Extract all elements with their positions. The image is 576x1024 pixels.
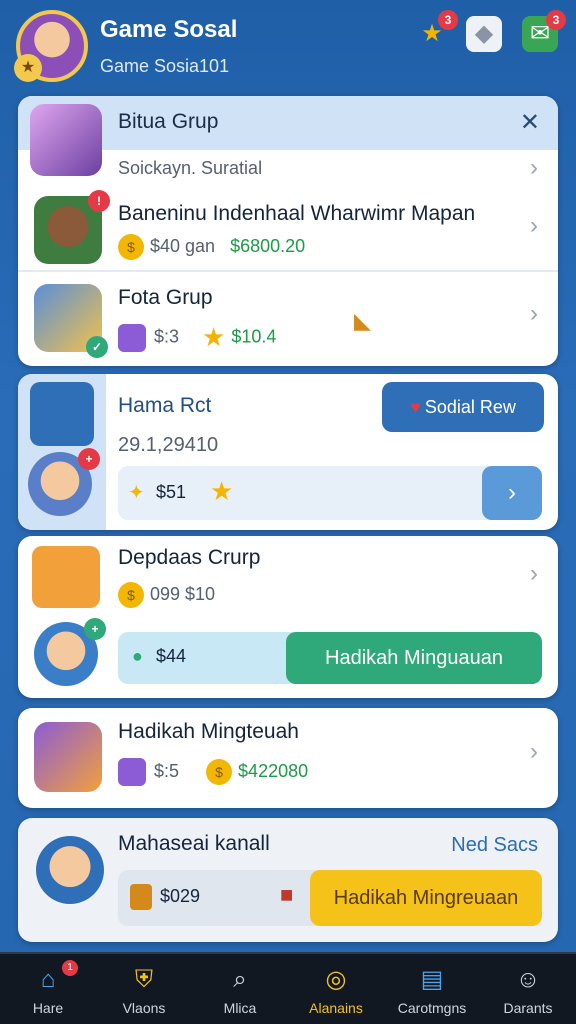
reward-bar[interactable]: ● $44 Hadikah Minguauan — [118, 632, 542, 684]
row-number: 29.1,29410 — [118, 434, 219, 456]
ticket-icon — [32, 546, 100, 608]
row-title: Hadikah Mingteuah — [118, 720, 299, 743]
reward-bar[interactable]: ✦ $51 ★ › — [118, 466, 542, 520]
claim-gift-button[interactable]: Hadikah Mingreuaan — [310, 870, 542, 926]
divider — [18, 270, 558, 272]
chevron-right-icon[interactable]: › — [530, 738, 538, 766]
plus-icon: + — [84, 618, 106, 640]
group-card-5: Mahaseai kanall Ned Sacs $029 ■ Hadikah … — [18, 818, 558, 942]
member-avatar — [36, 836, 104, 904]
plus-icon: + — [78, 448, 100, 470]
coin-icon: $ — [206, 759, 233, 785]
chevron-right-icon[interactable]: › — [530, 560, 538, 588]
nav-label: Darants — [503, 1000, 553, 1016]
compass-icon: ◎ — [325, 966, 347, 993]
reward-value: $51 — [156, 482, 187, 502]
star-count-badge: 3 — [438, 10, 458, 30]
member-avatar: + — [34, 618, 106, 686]
row-stats: $:3 ★ $10.4 — [118, 322, 276, 353]
app-header: ★ Game Sosal Game Sosia101 ★ 3 ◆ ✉ 3 — [0, 0, 576, 96]
star-icon[interactable]: ★ 3 — [414, 10, 458, 52]
nav-chat[interactable]: ▤ Carotmgns — [384, 954, 480, 1024]
weekly-gift-button[interactable]: Hadikah Minguauan — [286, 632, 542, 684]
reward-value: $44 — [156, 646, 187, 666]
row-stats: $ $40 gan $6800.20 — [118, 234, 305, 260]
tag-icon: ◣ — [354, 308, 371, 333]
level-badge-icon: ★ — [14, 54, 42, 82]
gem-icon — [118, 323, 146, 352]
reward-value: $029 — [160, 886, 201, 906]
group-card-1: Bitua Grup ✕ Soickayn. Suratial › ! Bane… — [18, 96, 558, 366]
nav-search[interactable]: ⌕ Mlica — [192, 954, 288, 1024]
gem-icon: ● — [132, 646, 143, 666]
nav-label: Hare — [32, 1000, 64, 1016]
alert-icon: ! — [88, 190, 110, 212]
group-title: Bitua Grup — [118, 110, 219, 133]
gift-icon: ■ — [280, 882, 294, 907]
search-icon: ⌕ — [233, 966, 247, 993]
star-icon: ★ — [202, 322, 226, 352]
chevron-right-icon[interactable]: › — [482, 466, 542, 520]
row-stats: $:5 $ $422080 — [118, 758, 308, 786]
nav-explore[interactable]: ◎ Alanains — [288, 954, 384, 1024]
group-thumb: ✓ — [34, 284, 108, 358]
group-card-4: Hadikah Mingteuah $:5 $ $422080 › — [18, 708, 558, 808]
group-card-2: + Hama Rct ♥ Sodial Rew 29.1,29410 ✦ $51 … — [18, 374, 558, 530]
profile-icon: ☺ — [515, 966, 541, 993]
mail-count-badge: 3 — [546, 10, 566, 30]
nav-clans[interactable]: ⛨ Vlaons — [96, 954, 192, 1024]
nav-label: Alanains — [309, 1000, 363, 1016]
reward-bar[interactable]: $029 ■ Hadikah Mingreuaan — [118, 870, 542, 926]
group-avatar — [30, 104, 102, 176]
nav-profile[interactable]: ☺ Darants — [480, 954, 576, 1024]
row-title: Depdaas Crurp — [118, 546, 261, 569]
home-icon: ⌂ — [40, 966, 56, 993]
card-accent: + — [18, 374, 106, 530]
sparkle-icon: ✦ — [128, 482, 145, 504]
app-title: Game Sosal — [100, 16, 238, 43]
row-title: Hama Rct — [118, 394, 212, 417]
coin-icon: $ — [118, 234, 144, 260]
box-icon — [130, 884, 152, 910]
gift-icon — [34, 722, 102, 792]
member-avatar: + — [28, 448, 100, 516]
star-icon: ★ — [210, 476, 234, 506]
nav-label: Carotmgns — [397, 1000, 467, 1016]
row-subtitle: Soickayn. Suratial — [118, 158, 263, 178]
nav-home[interactable]: ⌂ 1 Hare — [0, 954, 96, 1024]
chevron-right-icon[interactable]: › — [530, 300, 538, 328]
mailbox-icon — [30, 382, 94, 446]
app-subtitle: Game Sosia101 — [100, 56, 230, 76]
chevron-right-icon[interactable]: › — [530, 212, 538, 240]
user-avatar[interactable]: ★ — [14, 10, 88, 82]
mail-icon[interactable]: ✉ 3 — [522, 10, 566, 52]
row-title: Baneninu Indenhaal Wharwimr Mapan — [118, 202, 476, 225]
nav-label: Mlica — [223, 1000, 257, 1016]
row-title: Fota Grup — [118, 286, 213, 309]
chat-icon: ▤ — [420, 966, 444, 993]
cube-icon[interactable]: ◆ — [466, 16, 502, 52]
shield-icon: ⛨ — [135, 966, 153, 993]
row-title: Mahaseai kanall — [118, 832, 270, 855]
close-icon[interactable]: ✕ — [520, 108, 540, 137]
gem-icon — [118, 758, 146, 786]
coin-icon: $ — [118, 582, 144, 608]
member-avatar: ! — [34, 190, 110, 264]
heart-icon: ♥ — [410, 397, 421, 417]
chevron-right-icon[interactable]: › — [530, 154, 538, 182]
row-stats: $099 $10 — [118, 582, 215, 608]
social-review-button[interactable]: ♥ Sodial Rew — [382, 382, 544, 432]
nav-label: Vlaons — [122, 1000, 166, 1016]
nav-badge: 1 — [62, 960, 78, 976]
bottom-navigation: ⌂ 1 Hare ⛨ Vlaons ⌕ Mlica ◎ Alanains ▤ C… — [0, 952, 576, 1024]
group-card-3: + Depdaas Crurp $099 $10 › ● $44 Hadikah… — [18, 536, 558, 698]
see-all-link[interactable]: Ned Sacs — [451, 834, 538, 857]
card-header: Bitua Grup ✕ — [18, 96, 558, 176]
badge-icon: ✓ — [86, 336, 108, 358]
